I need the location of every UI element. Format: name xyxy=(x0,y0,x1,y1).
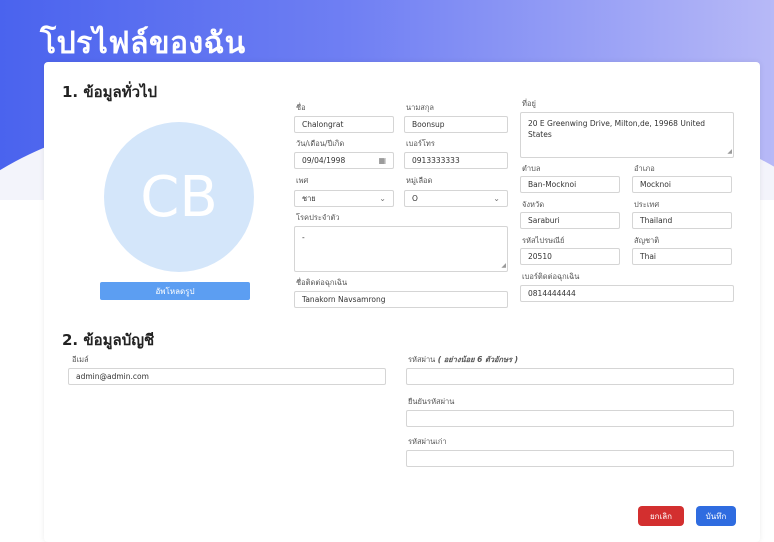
last-name-field[interactable]: Boonsup xyxy=(404,116,508,133)
first-name-value: Chalongrat xyxy=(302,120,344,129)
disease-textarea[interactable]: - ◢ xyxy=(294,226,508,272)
country-value: Thailand xyxy=(640,216,673,225)
emergency-name-label: ชื่อติดต่อฉุกเฉิน xyxy=(296,278,348,287)
resize-handle-icon[interactable]: ◢ xyxy=(727,146,732,157)
district-label: อำเภอ xyxy=(634,164,655,173)
province-label: จังหวัด xyxy=(522,200,545,209)
account-section-title: 2. ข้อมูลบัญชี xyxy=(62,331,155,349)
email-value: admin@admin.com xyxy=(76,372,149,381)
postcode-label: รหัสไปรษณีย์ xyxy=(522,236,565,245)
province-field[interactable]: Saraburi xyxy=(520,212,620,229)
emergency-phone-value: 0814444444 xyxy=(528,289,576,298)
confirm-password-field[interactable] xyxy=(406,410,734,427)
nationality-field[interactable]: Thai xyxy=(632,248,732,265)
address-label: ที่อยู่ xyxy=(522,99,536,108)
last-name-label: นามสกุล xyxy=(406,103,434,112)
gender-value: ชาย xyxy=(302,193,316,203)
blood-group-select[interactable]: O ⌄ xyxy=(404,190,508,207)
phone-label: เบอร์โทร xyxy=(406,139,435,148)
blood-group-label: หมู่เลือด xyxy=(406,176,433,185)
district-field[interactable]: Mocknoi xyxy=(632,176,732,193)
general-section-title: 1. ข้อมูลทั่วไป xyxy=(62,83,158,101)
password-field[interactable] xyxy=(406,368,734,385)
district-value: Mocknoi xyxy=(640,180,671,189)
password-label: รหัสผ่าน ( อย่างน้อย 6 ตัวอักษร ) xyxy=(408,354,518,366)
avatar: CB xyxy=(104,122,254,272)
phone-value: 0913333333 xyxy=(412,156,460,165)
emergency-phone-field[interactable]: 0814444444 xyxy=(520,285,734,302)
email-field[interactable]: admin@admin.com xyxy=(68,368,386,385)
subdistrict-field[interactable]: Ban-Mocknoi xyxy=(520,176,620,193)
calendar-icon[interactable]: ▦ xyxy=(378,156,386,165)
resize-handle-icon[interactable]: ◢ xyxy=(501,260,506,271)
last-name-value: Boonsup xyxy=(412,120,445,129)
disease-value: - xyxy=(302,233,305,242)
save-button[interactable]: บันทึก xyxy=(696,506,736,526)
old-password-label: รหัสผ่านเก่า xyxy=(408,437,447,446)
postcode-field[interactable]: 20510 xyxy=(520,248,620,265)
chevron-down-icon: ⌄ xyxy=(493,194,500,203)
password-hint: ( อย่างน้อย 6 ตัวอักษร ) xyxy=(437,355,519,364)
country-field[interactable]: Thailand xyxy=(632,212,732,229)
address-textarea[interactable]: 20 E Greenwing Drive, Milton,de, 19968 U… xyxy=(520,112,734,158)
address-value: 20 E Greenwing Drive, Milton,de, 19968 U… xyxy=(528,119,705,139)
avatar-initials: CB xyxy=(140,164,218,230)
province-value: Saraburi xyxy=(528,216,560,225)
subdistrict-label: ตำบล xyxy=(522,164,541,173)
birthdate-value: 09/04/1998 xyxy=(302,156,346,165)
confirm-password-label: ยืนยันรหัสผ่าน xyxy=(408,397,455,406)
profile-card: 1. ข้อมูลทั่วไป CB อัพโหลดรูป ชื่อ Chalo… xyxy=(44,62,760,542)
emergency-name-field[interactable]: Tanakorn Navsamrong xyxy=(294,291,508,308)
gender-label: เพศ xyxy=(296,176,309,185)
country-label: ประเทศ xyxy=(634,200,660,209)
phone-field[interactable]: 0913333333 xyxy=(404,152,508,169)
birthdate-field[interactable]: 09/04/1998 ▦ xyxy=(294,152,394,169)
emergency-name-value: Tanakorn Navsamrong xyxy=(302,295,386,304)
first-name-field[interactable]: Chalongrat xyxy=(294,116,394,133)
subdistrict-value: Ban-Mocknoi xyxy=(528,180,577,189)
nationality-value: Thai xyxy=(640,252,657,261)
gender-select[interactable]: ชาย ⌄ xyxy=(294,190,394,207)
disease-label: โรคประจำตัว xyxy=(296,213,340,222)
email-label: อีเมล์ xyxy=(72,355,89,364)
blood-group-value: O xyxy=(412,194,418,203)
chevron-down-icon: ⌄ xyxy=(379,194,386,203)
cancel-button[interactable]: ยกเลิก xyxy=(638,506,684,526)
first-name-label: ชื่อ xyxy=(296,103,306,112)
emergency-phone-label: เบอร์ติดต่อฉุกเฉิน xyxy=(522,272,580,281)
nationality-label: สัญชาติ xyxy=(634,236,660,245)
birthdate-label: วัน/เดือน/ปีเกิด xyxy=(296,139,345,148)
password-label-text: รหัสผ่าน xyxy=(408,355,436,364)
upload-photo-button[interactable]: อัพโหลดรูป xyxy=(100,282,250,300)
postcode-value: 20510 xyxy=(528,252,552,261)
page-title: โปรไฟล์ของฉัน xyxy=(40,26,246,61)
old-password-field[interactable] xyxy=(406,450,734,467)
